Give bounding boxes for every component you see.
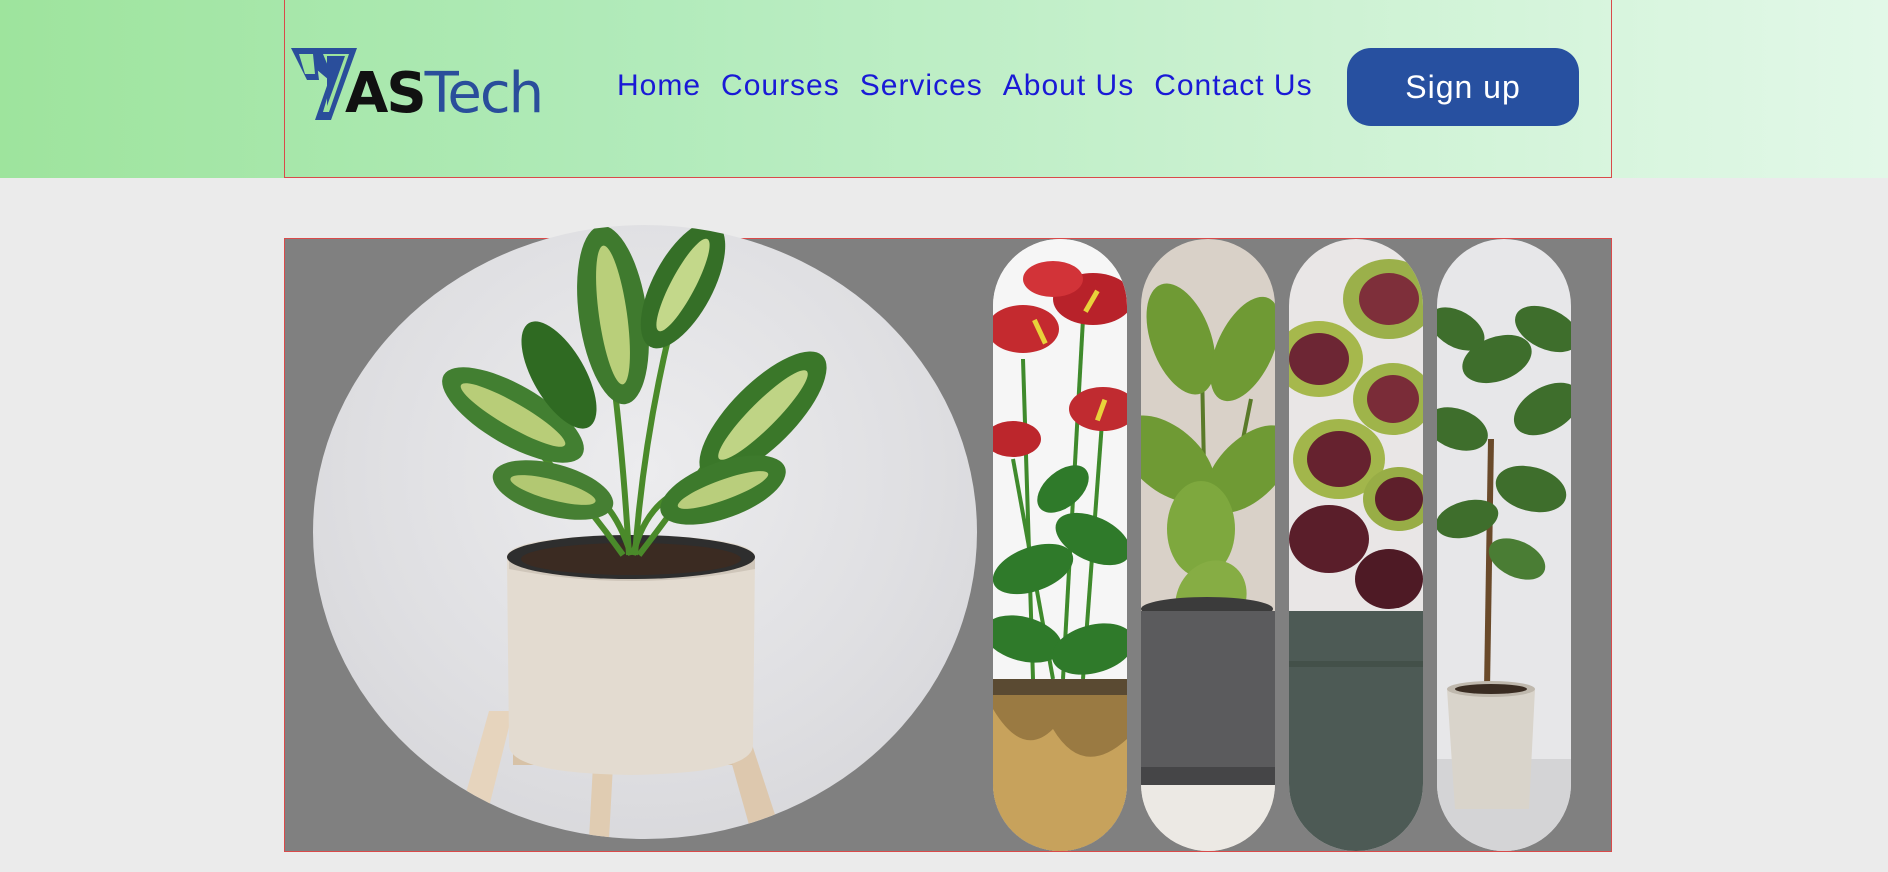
gallery-image-coleus — [1289, 239, 1423, 851]
logo-tech: Tech — [424, 61, 544, 126]
hero-section — [284, 225, 1612, 852]
header-container: ASTech Home Courses Services About Us Co… — [284, 0, 1612, 178]
dieffenbachia-plant-image — [442, 225, 827, 839]
nav-courses[interactable]: Courses — [721, 66, 840, 106]
gallery-image-anthurium — [993, 239, 1127, 851]
sign-up-button[interactable]: Sign up — [1347, 48, 1579, 126]
fiddle-leaf-fig-image — [1141, 239, 1275, 851]
nav-home[interactable]: Home — [617, 66, 701, 106]
nav-about-us[interactable]: About Us — [1003, 66, 1134, 106]
header-bar: ASTech Home Courses Services About Us Co… — [0, 0, 1888, 178]
rubber-tree-plant-image — [1437, 239, 1571, 851]
main-nav: Home Courses Services About Us Contact U… — [617, 66, 1313, 106]
hero-main-image — [313, 225, 977, 839]
coleus-plant-image — [1289, 239, 1423, 851]
nav-contact-us[interactable]: Contact Us — [1154, 66, 1312, 106]
logo-as: AS — [345, 61, 427, 126]
nav-services[interactable]: Services — [860, 66, 983, 106]
anthurium-plant-image — [993, 239, 1127, 851]
logo-wordmark: ASTech — [345, 66, 544, 122]
gallery-image-rubber-tree — [1437, 239, 1571, 851]
gallery-image-fiddle-leaf-fig — [1141, 239, 1275, 851]
brand-logo[interactable]: ASTech — [289, 46, 544, 122]
